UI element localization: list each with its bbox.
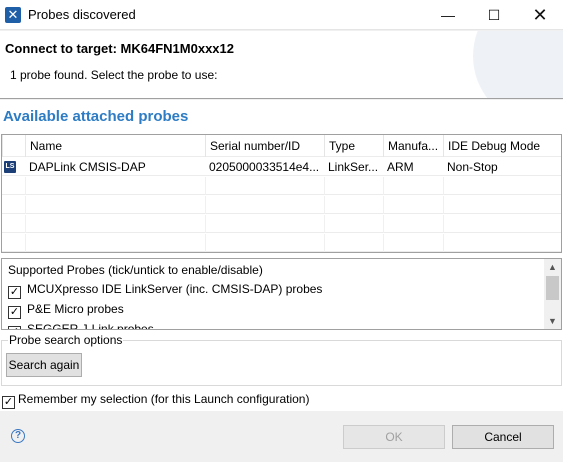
probe-manufacturer: ARM xyxy=(387,160,414,174)
minimize-button[interactable]: — xyxy=(425,0,471,30)
column-header-icon[interactable] xyxy=(2,135,25,157)
supported-probes-header: Supported Probes (tick/untick to enable/… xyxy=(8,263,263,277)
probe-type: LinkSer... xyxy=(328,160,379,174)
empty-row xyxy=(2,196,561,214)
close-button[interactable]: ✕ xyxy=(517,0,563,30)
window-title: Probes discovered xyxy=(28,7,136,22)
supported-probe-label: P&E Micro probes xyxy=(27,302,124,316)
scroll-down-icon[interactable]: ▼ xyxy=(544,313,561,329)
probes-table: Name Serial number/ID Type Manufa... IDE… xyxy=(1,134,562,253)
vertical-scrollbar[interactable]: ▲ ▼ xyxy=(544,259,561,329)
remember-selection-checkbox[interactable]: ✓ Remember my selection (for this Launch … xyxy=(2,391,309,409)
probe-serial: 0205000033514e4... xyxy=(209,160,320,174)
help-icon[interactable]: ? xyxy=(11,429,25,443)
probe-search-options-group: Probe search options Search again xyxy=(1,333,562,386)
probe-name: DAPLink CMSIS-DAP xyxy=(29,160,146,174)
probe-icon-cell: LS xyxy=(2,158,25,176)
dialog-footer: ? OK Cancel xyxy=(0,412,563,462)
table-row[interactable]: LS DAPLink CMSIS-DAP 0205000033514e4... … xyxy=(2,158,561,176)
scrollbar-thumb[interactable] xyxy=(546,276,559,300)
supported-probe-linkserver[interactable]: ✓ MCUXpresso IDE LinkServer (inc. CMSIS-D… xyxy=(8,280,323,299)
maximize-button[interactable]: ☐ xyxy=(471,0,517,30)
linkserver-icon: LS xyxy=(4,161,16,173)
ok-button[interactable]: OK xyxy=(343,425,445,449)
remember-selection-label: Remember my selection (for this Launch c… xyxy=(18,392,310,406)
cancel-button[interactable]: Cancel xyxy=(452,425,554,449)
empty-row xyxy=(2,177,561,195)
banner-title: Connect to target: MK64FN1M0xxx12 xyxy=(5,41,234,56)
search-again-button[interactable]: Search again xyxy=(6,353,82,377)
dialog-banner: Connect to target: MK64FN1M0xxx12 1 prob… xyxy=(0,31,563,99)
supported-probe-label: MCUXpresso IDE LinkServer (inc. CMSIS-DA… xyxy=(27,282,323,296)
checkbox-checked[interactable]: ✓ xyxy=(8,326,21,329)
supported-probes-list: Supported Probes (tick/untick to enable/… xyxy=(1,258,562,330)
column-header-name[interactable]: Name xyxy=(25,135,205,157)
title-bar: ✕ Probes discovered — ☐ ✕ xyxy=(0,0,563,30)
app-x-icon: ✕ xyxy=(5,7,21,23)
scroll-up-icon[interactable]: ▲ xyxy=(544,259,561,275)
section-title: Available attached probes xyxy=(3,108,189,125)
checkbox-checked[interactable]: ✓ xyxy=(8,286,21,299)
column-header-debug-mode[interactable]: IDE Debug Mode xyxy=(443,135,561,157)
supported-probe-label: SEGGER J-Link probes xyxy=(27,322,154,330)
column-header-type[interactable]: Type xyxy=(324,135,383,157)
column-header-serial[interactable]: Serial number/ID xyxy=(205,135,324,157)
empty-row xyxy=(2,215,561,233)
checkbox-checked[interactable]: ✓ xyxy=(8,306,21,319)
probe-debug-mode: Non-Stop xyxy=(447,160,498,174)
table-header: Name Serial number/ID Type Manufa... IDE… xyxy=(2,135,561,157)
probe-search-options-legend: Probe search options xyxy=(8,333,124,347)
supported-probe-pemicro[interactable]: ✓ P&E Micro probes xyxy=(8,300,124,319)
checkbox-checked[interactable]: ✓ xyxy=(2,396,15,409)
banner-decoration xyxy=(473,31,563,98)
empty-row xyxy=(2,234,561,252)
column-header-manufacturer[interactable]: Manufa... xyxy=(383,135,443,157)
banner-message: 1 probe found. Select the probe to use: xyxy=(10,68,218,82)
supported-probe-segger[interactable]: ✓ SEGGER J-Link probes xyxy=(8,320,154,330)
